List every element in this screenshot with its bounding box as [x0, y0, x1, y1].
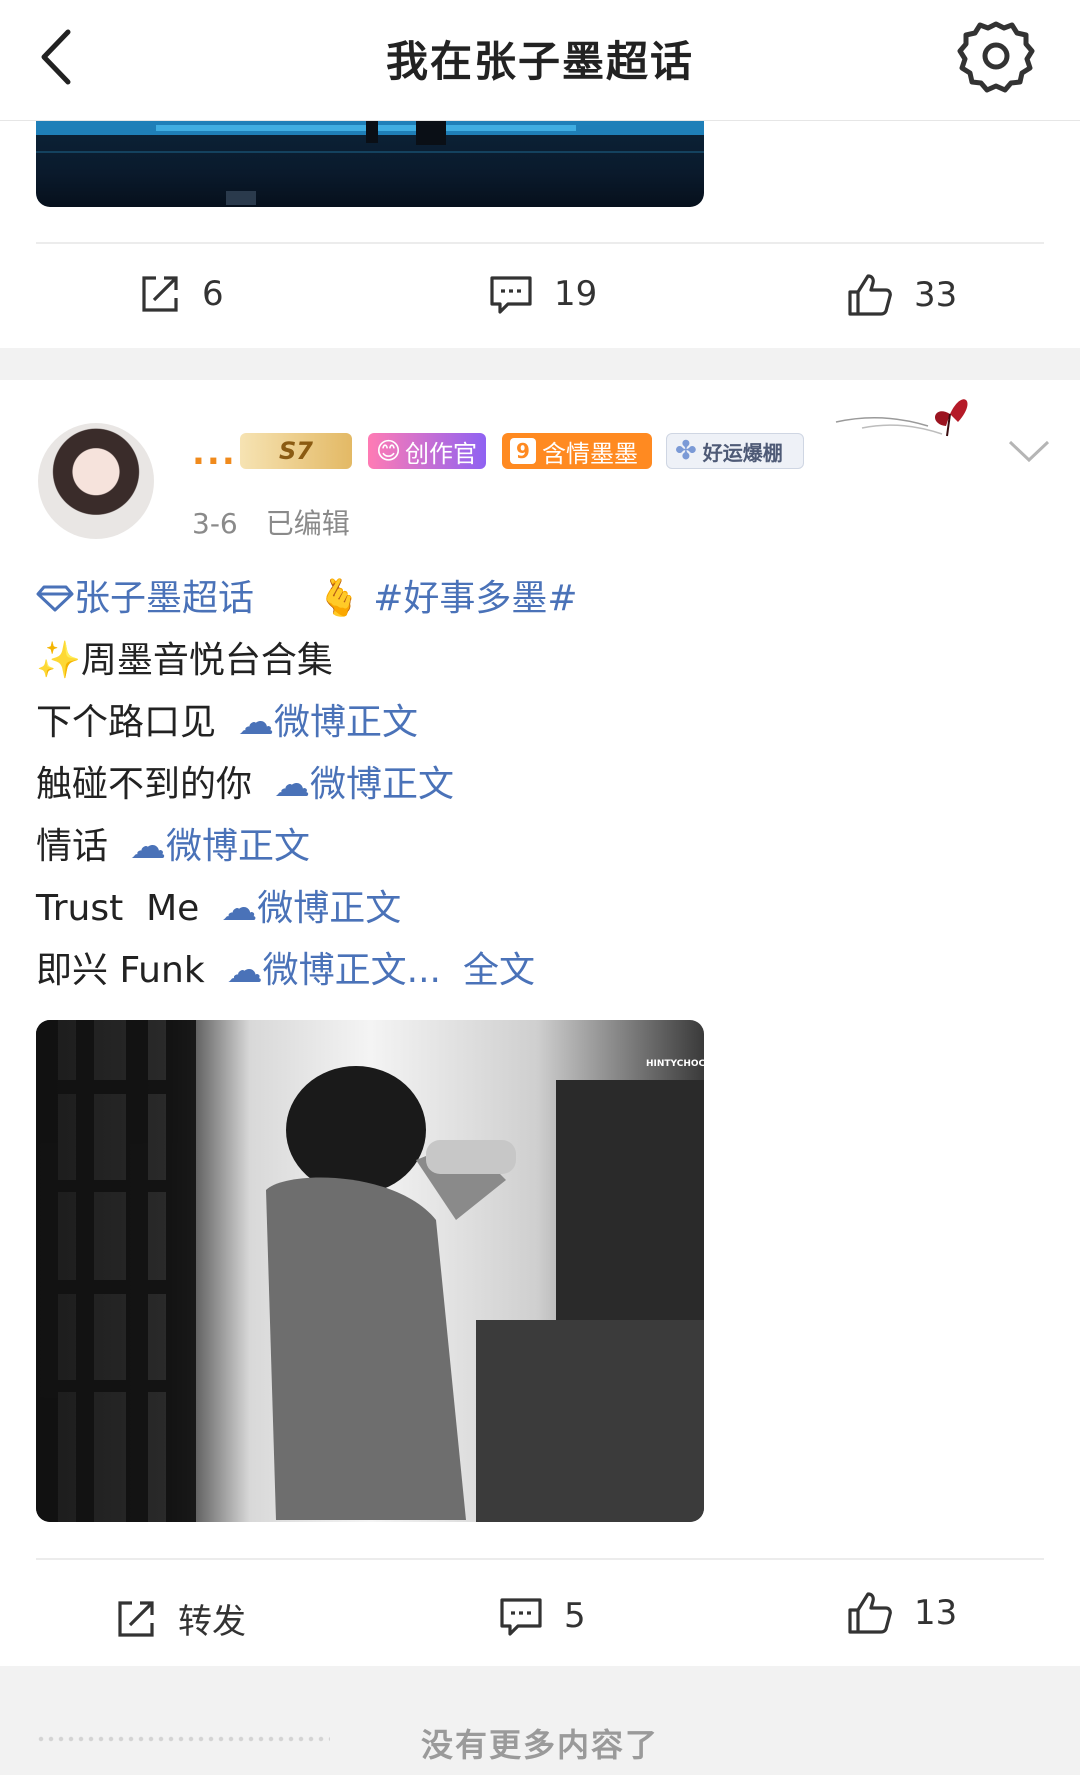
edited-label: 已编辑: [265, 507, 350, 540]
song-line: 情话 ☁微博正文: [36, 816, 1036, 878]
song-line: Trust Me ☁微博正文: [36, 878, 1036, 940]
song-name: 即兴 Funk: [36, 950, 205, 991]
weibo-link-label: 微博正文...: [262, 950, 442, 991]
cloud-icon: ☁: [221, 888, 258, 929]
comment-button[interactable]: 5: [498, 1594, 586, 1638]
thumbs-up-icon: [848, 1592, 892, 1634]
topic-line: 张子墨超话 🫰 #好事多墨#: [36, 568, 1036, 630]
cloud-icon: ☁: [226, 950, 263, 991]
title-line: ✨周墨音悦台合集: [36, 630, 1036, 692]
cloud-icon: ☁: [130, 826, 167, 867]
post-date: 3-6: [192, 507, 238, 540]
song-name: Trust Me: [36, 888, 200, 929]
like-button[interactable]: 13: [846, 1590, 957, 1636]
clover-icon: ✤: [675, 436, 697, 466]
post-image[interactable]: HINTYCHOCO: [36, 1020, 704, 1522]
song-name: 下个路口见: [36, 702, 217, 743]
song-name: 情话: [36, 826, 109, 867]
level-badge[interactable]: S7: [240, 433, 352, 469]
lucky-badge[interactable]: ✤ 好运爆棚: [666, 433, 804, 469]
repost-label: 转发: [178, 1602, 246, 1642]
weibo-link[interactable]: ☁微博正文: [221, 888, 401, 929]
like-count: 13: [914, 1593, 958, 1633]
finger-heart-emoji: 🫰: [316, 578, 362, 619]
weibo-link[interactable]: ☁微博正文: [274, 764, 454, 805]
divider: [36, 1558, 1044, 1560]
full-text-link[interactable]: 全文: [463, 950, 535, 991]
watermark: HINTYCHOCO: [646, 1059, 704, 1069]
fan-badge-label: 含情墨墨: [542, 439, 638, 468]
weibo-link-label: 微博正文: [166, 826, 311, 867]
sparkles-emoji: ✨: [36, 640, 81, 681]
level-badge-label: S7: [279, 437, 313, 465]
performer-photo: HINTYCHOCO: [36, 1020, 704, 1522]
username[interactable]: ...: [192, 433, 237, 473]
thumbs-up-icon: [848, 274, 892, 316]
butterfly-decoration: [832, 378, 1002, 458]
diamond-level-icon: 9: [510, 438, 536, 464]
feed-separator: [0, 348, 1080, 380]
like-count: 33: [914, 275, 958, 315]
weibo-link[interactable]: ☁微博正文: [238, 702, 418, 743]
weibo-link-label: 微博正文: [257, 888, 402, 929]
weibo-link-label: 微博正文: [310, 764, 455, 805]
gear-icon: [957, 21, 1035, 93]
post-text: 张子墨超话 🫰 #好事多墨# ✨周墨音悦台合集 下个路口见 ☁微博正文 触碰不到的…: [36, 568, 1036, 1002]
supertopic-link[interactable]: 张子墨超话: [36, 578, 265, 619]
repost-icon: [118, 1600, 154, 1637]
comment-count: 5: [564, 1596, 586, 1636]
chevron-down-icon[interactable]: [1008, 438, 1050, 466]
weibo-link[interactable]: ☁微博正文...: [227, 950, 441, 991]
repost-icon: [142, 276, 178, 312]
repost-button[interactable]: 转发: [114, 1594, 246, 1643]
creator-badge-label: 创作官: [405, 439, 478, 468]
comment-button[interactable]: 19: [488, 272, 597, 316]
divider: [36, 242, 1044, 244]
previous-post-image[interactable]: [36, 121, 704, 207]
lucky-badge-label: 好运爆棚: [702, 440, 783, 465]
fan-badge[interactable]: 9 含情墨墨: [502, 433, 652, 469]
repost-count: 6: [202, 274, 224, 314]
comment-icon: [500, 1598, 542, 1636]
comment-count: 19: [554, 274, 598, 314]
repost-button[interactable]: 6: [138, 272, 224, 316]
smiley-icon: 😊: [376, 437, 402, 465]
song-line: 触碰不到的你 ☁微博正文: [36, 754, 1036, 816]
song-line: 即兴 Funk ☁微博正文... 全文: [36, 940, 1036, 1002]
supertopic-label: 张子墨超话: [74, 578, 255, 619]
settings-button[interactable]: [956, 16, 1036, 96]
creator-badge[interactable]: 😊 创作官: [368, 433, 486, 469]
no-more-content: 没有更多内容了: [420, 1726, 659, 1764]
page-title: 我在张子墨超话: [385, 37, 694, 86]
cloud-icon: ☁: [274, 764, 311, 805]
song-name: 触碰不到的你: [36, 764, 253, 805]
stage-photo: [36, 121, 704, 205]
post-meta: 3-6 已编辑: [192, 502, 350, 542]
weibo-link-label: 微博正文: [274, 702, 419, 743]
cloud-icon: ☁: [238, 702, 275, 743]
avatar[interactable]: [38, 423, 154, 539]
like-button[interactable]: 33: [846, 272, 957, 318]
hashtag-link[interactable]: #好事多墨#: [373, 578, 577, 619]
weibo-link[interactable]: ☁微博正文: [130, 826, 310, 867]
diamond-icon: [36, 585, 74, 612]
comment-icon: [490, 276, 532, 314]
song-line: 下个路口见 ☁微博正文: [36, 692, 1036, 754]
post-title: 周墨音悦台合集: [80, 640, 333, 681]
